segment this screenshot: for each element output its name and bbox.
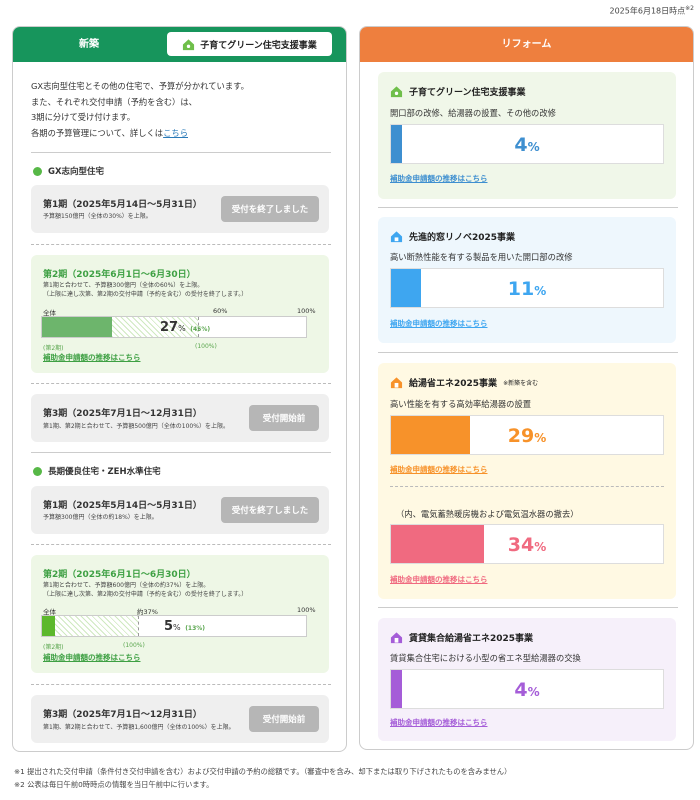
period-title: 第1期（2025年5月14日〜5月31日） (43, 501, 202, 511)
trend-link[interactable]: 補助金申請額の推移はこちら (43, 352, 141, 363)
long-category-label: 長期優良住宅・ZEH水準住宅 (33, 463, 169, 479)
reform-panel: リフォーム 子育てグリーン住宅支援事業 開口部の改修、給湯器の設置、その他の改修… (359, 26, 694, 750)
gx-period-3: 第3期（2025年7月1日〜12月31日） 第1期、第2期と合わせて、予算額50… (31, 394, 329, 442)
bar-label-full: 100% (297, 307, 316, 315)
new-construction-panel: 新築 子育てグリーン住宅支援事業 GX志向型住宅とその他の住宅で、予算が分かれて… (12, 26, 347, 752)
sub-item-progress-bar: 34% (390, 524, 664, 564)
period-title: 第1期（2025年5月14日〜5月31日） (43, 200, 202, 210)
item-progress-bar: 11% (390, 268, 664, 308)
progress-percent: 11% (507, 278, 547, 300)
period-title: 第2期（2025年6月1日〜6月30日） (43, 570, 196, 580)
bullet-icon (33, 166, 42, 176)
period-note: 第1期、第2期と合わせて、予算額1,600億円（全体の100%）を上限。 (43, 724, 235, 731)
period-label: (第2期) (43, 644, 64, 651)
program-tag: 子育てグリーン住宅支援事業 (167, 32, 332, 56)
footnote-1: ※1 提出された交付申請（条件付き交付申請を含む）および交付申請の予約の総額です… (14, 767, 512, 776)
status-closed-button[interactable]: 受付を終了しました (221, 196, 319, 222)
long-period-1: 第1期（2025年5月14日〜5月31日） 予算額300億円（全体の約18%）を… (31, 486, 329, 534)
program-tag-label: 子育てグリーン住宅支援事業 (200, 40, 317, 51)
item-description: 高い断熱性能を有する製品を用いた開口部の改修 (390, 252, 573, 262)
gx-period-1: 第1期（2025年5月14日〜5月31日） 予算額150億円（全体の30%）を上… (31, 185, 329, 233)
divider (31, 244, 331, 245)
progress-percent: 27% (45%) (160, 320, 211, 335)
apartment-icon (390, 632, 403, 644)
water-heater-icon (390, 377, 403, 389)
progress-percent: 29% (507, 425, 547, 447)
new-construction-header: 新築 子育てグリーン住宅支援事業 (13, 27, 346, 62)
item-title: 先進的窓リノベ2025事業 (390, 230, 515, 243)
trend-link[interactable]: 補助金申請額の推移はこちら (390, 318, 488, 329)
divider (31, 152, 331, 153)
trend-link[interactable]: 補助金申請額の推移はこちら (390, 717, 488, 728)
divider (378, 607, 678, 608)
divider (378, 352, 678, 353)
item-description: 開口部の改修、給湯器の設置、その他の改修 (390, 108, 556, 118)
trend-link[interactable]: 補助金申請額の推移はこちら (390, 173, 488, 184)
limit-line (138, 616, 139, 636)
house-icon (183, 38, 195, 50)
new-construction-title: 新築 (79, 39, 99, 50)
progress-percent: 4% (514, 134, 540, 156)
divider (378, 207, 678, 208)
item-title: 子育てグリーン住宅支援事業 (390, 85, 526, 98)
reform-item-mado: 先進的窓リノベ2025事業 高い断熱性能を有する製品を用いた開口部の改修 11%… (378, 217, 676, 343)
footnote-2: ※2 公表は毎日午前0時時点の情報を当日午前中に行います。 (14, 780, 214, 789)
period-label: (第2期) (43, 345, 64, 352)
reform-item-kyuto: 給湯省エネ2025事業 ※新築を含む 高い性能を有する高効率給湯器の設置 29% … (378, 363, 676, 599)
trend-link[interactable]: 補助金申請額の推移はこちら (43, 652, 141, 663)
period-title: 第3期（2025年7月1日〜12月31日） (43, 409, 202, 419)
progress-percent: 5% (13%) (164, 619, 206, 634)
period-full-label: (100%) (195, 343, 217, 350)
long-progress-bar: 5% (13%) (41, 615, 307, 637)
gx-category-label: GX志向型住宅 (33, 163, 113, 179)
progress-fill (42, 616, 55, 636)
period-note: 予算額150億円（全体の30%）を上限。 (43, 213, 152, 220)
sub-item-description: （内、電気蓄熱暖房機および電気温水器の撤去） (396, 509, 579, 519)
sub-trend-link[interactable]: 補助金申請額の推移はこちら (390, 574, 488, 585)
status-not-started-button[interactable]: 受付開始前 (249, 706, 319, 732)
period-full-label: (100%) (123, 642, 145, 649)
bullet-icon (33, 466, 42, 476)
reform-header: リフォーム (360, 27, 693, 62)
reform-item-kosodate: 子育てグリーン住宅支援事業 開口部の改修、給湯器の設置、その他の改修 4% 補助… (378, 72, 676, 199)
progress-fill (42, 317, 112, 337)
divider (390, 486, 664, 487)
divider (31, 684, 331, 685)
reform-item-chintai: 賃貸集合給湯省エネ2025事業 賃貸集合住宅における小型の省エネ型給湯器の交換 … (378, 618, 676, 741)
bar-label-full: 100% (297, 606, 316, 614)
period-note: 第1期と合わせて、予算額300億円（全体の60%）を上限。 （上限に達し次第、第… (43, 282, 248, 298)
timestamp: 2025年6月18日時点※2 (609, 5, 695, 16)
period-note: 予算額300億円（全体の約18%）を上限。 (43, 514, 158, 521)
period-note: 第1期、第2期と合わせて、予算額500億円（全体の100%）を上限。 (43, 423, 229, 430)
long-period-2: 第2期（2025年6月1日〜6月30日） 第1期と合わせて、予算額600億円（全… (31, 555, 329, 673)
divider (31, 544, 331, 545)
progress-percent: 4% (514, 679, 540, 701)
item-title: 賃貸集合給湯省エネ2025事業 (390, 631, 533, 644)
status-closed-button[interactable]: 受付を終了しました (221, 497, 319, 523)
item-progress-bar: 4% (390, 669, 664, 709)
item-description: 賃貸集合住宅における小型の省エネ型給湯器の交換 (390, 653, 581, 663)
intro-text: GX志向型住宅とその他の住宅で、予算が分かれています。 また、それぞれ交付申請（… (31, 81, 249, 138)
status-not-started-button[interactable]: 受付開始前 (249, 405, 319, 431)
window-house-icon (390, 231, 403, 243)
progress-percent: 34% (507, 534, 547, 556)
period-note: 第1期と合わせて、予算額600億円（全体の約37%）を上限。 （上限に達し次第、… (43, 582, 248, 598)
item-description: 高い性能を有する高効率給湯器の設置 (390, 399, 532, 409)
gx-period-2: 第2期（2025年6月1日〜6月30日） 第1期と合わせて、予算額300億円（全… (31, 255, 329, 373)
bar-label-limit: 60% (213, 307, 228, 315)
period-title: 第3期（2025年7月1日〜12月31日） (43, 710, 202, 720)
intro-link[interactable]: こちら (163, 128, 188, 138)
progress-range (55, 616, 138, 636)
item-title: 給湯省エネ2025事業 ※新築を含む (390, 376, 538, 389)
divider (31, 452, 331, 453)
item-progress-bar: 29% (390, 415, 664, 455)
gx-progress-bar: 27% (45%) (41, 316, 307, 338)
divider (31, 383, 331, 384)
item-progress-bar: 4% (390, 124, 664, 164)
long-period-3: 第3期（2025年7月1日〜12月31日） 第1期、第2期と合わせて、予算額1,… (31, 695, 329, 743)
house-icon (390, 86, 403, 98)
period-title: 第2期（2025年6月1日〜6月30日） (43, 270, 196, 280)
trend-link[interactable]: 補助金申請額の推移はこちら (390, 464, 488, 475)
